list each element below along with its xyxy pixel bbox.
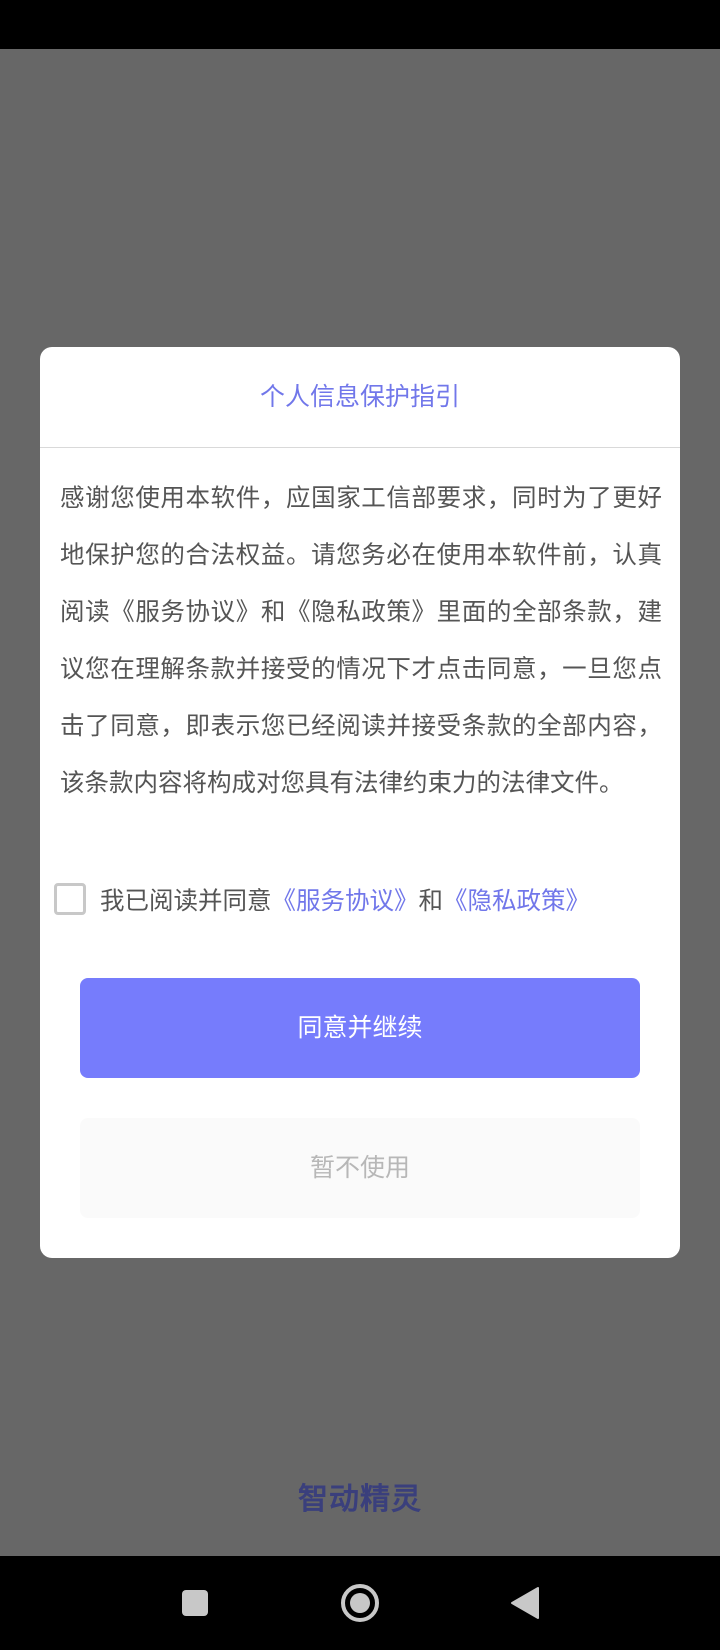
app-brand-title: 智动精灵 [298,1482,422,1517]
triangle-back-icon [511,1587,539,1619]
home-button[interactable] [325,1556,395,1650]
back-button[interactable] [490,1556,560,1650]
agree-row: 我已阅读并同意《服务协议》和《隐私政策》 [54,877,674,921]
navigation-bar [0,1556,720,1650]
agree-and: 和 [418,885,444,915]
dialog-title: 个人信息保护指引 [259,382,460,411]
agree-checkbox[interactable] [54,883,86,915]
square-icon [182,1590,208,1616]
agree-continue-button[interactable]: 同意并继续 [80,978,640,1078]
privacy-policy-link[interactable]: 《隐私政策》 [443,886,590,915]
service-agreement-link[interactable]: 《服务协议》 [272,886,419,915]
status-bar [0,0,720,49]
decline-button[interactable]: 暂不使用 [80,1118,640,1218]
dialog-body-text: 感谢您使用本软件，应国家工信部要求，同时为了更好地保护您的合法权益。请您务必在使… [60,483,662,797]
recent-apps-button[interactable] [160,1556,230,1650]
dialog-divider [40,447,680,448]
agree-prefix: 我已阅读并同意 [100,885,272,915]
circle-home-icon [341,1584,379,1622]
agree-text: 我已阅读并同意《服务协议》和《隐私政策》 [100,882,590,917]
privacy-dialog: 个人信息保护指引 感谢您使用本软件，应国家工信部要求，同时为了更好地保护您的合法… [40,347,680,1258]
